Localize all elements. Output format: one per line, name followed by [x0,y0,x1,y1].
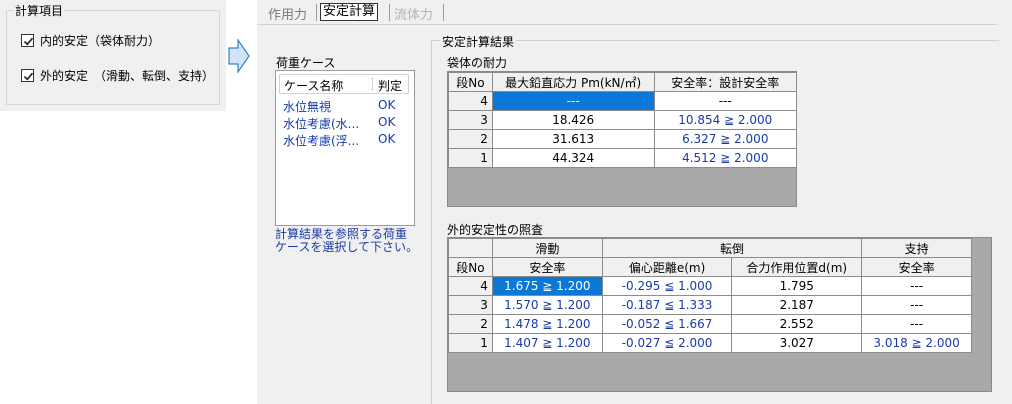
cell-eccentricity[interactable]: -0.295 ≦ 1.000 [601,276,733,296]
bag-strength-grid[interactable]: 段No 最大鉛直応力 Pm(kN/㎡) 安全率：設計安全率 4 --- --- … [447,71,798,207]
cell-safety[interactable]: 10.854 ≧ 2.000 [653,110,798,130]
cell-pm-selected[interactable]: --- [491,91,655,111]
table-row[interactable]: 1 1.407 ≧ 1.200 -0.027 ≦ 2.000 3.027 3.0… [448,333,972,353]
results-group: 安定計算結果 袋体の耐力 段No 最大鉛直応力 Pm(kN/㎡) 安全率：設計安… [431,33,999,404]
tab-underline [257,24,997,25]
col-header-support-safety[interactable]: 安全率 [861,257,972,277]
load-case-name: 水位考慮(水... [283,117,360,131]
load-case-title: 荷重ケース [276,56,336,70]
tab-separator [316,4,317,21]
tab-separator [389,4,390,21]
load-case-hint-line2: ケースを選択して下さい。 [275,240,419,254]
load-case-item[interactable]: 水位考慮(水... OK [280,115,410,132]
results-legend: 安定計算結果 [440,33,517,50]
load-case-header-result[interactable]: 判定 [378,77,402,94]
row-no: 4 [448,276,493,296]
table-row[interactable]: 3 1.570 ≧ 1.200 -0.187 ≦ 1.333 2.187 --- [448,295,972,315]
group-header-overturn[interactable]: 転倒 [601,238,863,258]
cell-support[interactable]: --- [861,295,972,315]
cell-pm[interactable]: 31.613 [491,129,655,149]
cell-support[interactable]: 3.018 ≧ 2.000 [861,333,972,353]
table-row[interactable]: 4 --- --- [448,91,798,111]
table-row[interactable]: 2 1.478 ≧ 1.200 -0.052 ≦ 1.667 2.552 --- [448,314,972,334]
calc-items-group: 計算項目 内的安定（袋体耐力） 外的安定 （滑動、転倒、支持） [6,2,220,105]
bag-strength-title: 袋体の耐力 [447,56,508,70]
tab-strip: 作用力 安定計算 流体力 [257,0,997,25]
col-header-blank [448,238,493,258]
cell-slide[interactable]: 1.407 ≧ 1.200 [491,333,603,353]
cell-eccentricity[interactable]: -0.187 ≦ 1.333 [601,295,733,315]
checkmark-icon [23,72,34,81]
table-row[interactable]: 3 18.426 10.854 ≧ 2.000 [448,110,798,130]
tab-ryuutai[interactable]: 流体力 [394,4,433,23]
cell-eccentricity[interactable]: -0.052 ≦ 1.667 [601,314,733,334]
col-header-no[interactable]: 段No [448,257,493,277]
row-no: 1 [448,333,493,353]
load-case-header-name[interactable]: ケース名称 [284,77,343,94]
cell-slide-selected[interactable]: 1.675 ≧ 1.200 [491,276,603,296]
cell-resultant-position[interactable]: 2.552 [731,314,863,334]
row-no: 1 [448,148,493,168]
tab-antei-active[interactable]: 安定計算 [320,3,379,21]
calc-items-legend: 計算項目 [14,2,65,19]
cell-safety[interactable]: 4.512 ≧ 2.000 [653,148,798,168]
cell-resultant-position[interactable]: 3.027 [731,333,863,353]
col-header-no[interactable]: 段No [448,72,493,92]
header-divider [372,77,373,91]
row-no: 2 [448,314,493,334]
internal-stability-option[interactable]: 内的安定（袋体耐力） [21,32,160,49]
row-no: 2 [448,129,493,149]
external-stability-title: 外的安定性の照査 [447,223,544,237]
internal-stability-label: 内的安定（袋体耐力） [40,34,161,48]
col-header-resultant-position[interactable]: 合力作用位置d(m) [731,257,863,277]
cell-safety[interactable]: --- [653,91,798,111]
load-case-list[interactable]: ケース名称 判定 水位無視 OK 水位考慮(水... OK 水位考慮(浮... … [275,70,415,226]
right-arrow-icon [228,39,250,73]
load-case-item[interactable]: 水位考慮(浮... OK [280,132,410,149]
row-no: 3 [448,110,493,130]
checkmark-icon [23,37,34,46]
table-row[interactable]: 2 31.613 6.327 ≧ 2.000 [448,129,798,149]
load-case-hint: 計算結果を参照する荷重 ケースを選択して下さい。 [275,228,425,254]
col-header-pm[interactable]: 最大鉛直応力 Pm(kN/㎡) [491,72,655,92]
tab-separator [443,4,444,21]
cell-resultant-position[interactable]: 2.187 [731,295,863,315]
cell-pm[interactable]: 18.426 [491,110,655,130]
load-case-header: ケース名称 判定 [279,74,409,94]
tab-sakuyou[interactable]: 作用力 [268,4,307,23]
group-header-slide[interactable]: 滑動 [491,238,603,258]
cell-pm[interactable]: 44.324 [491,148,655,168]
load-case-item[interactable]: 水位無視 OK [280,98,410,115]
cell-support[interactable]: --- [861,314,972,334]
external-stability-option[interactable]: 外的安定 （滑動、転倒、支持） [21,67,214,84]
row-no: 4 [448,91,493,111]
load-case-name: 水位考慮(浮... [283,134,360,148]
external-stability-label: 外的安定 （滑動、転倒、支持） [40,69,215,83]
external-stability-checkbox[interactable] [21,69,34,82]
col-header-safety[interactable]: 安全率：設計安全率 [653,72,798,92]
table-row[interactable]: 1 44.324 4.512 ≧ 2.000 [448,148,798,168]
load-case-result: OK [378,98,396,112]
col-header-slide-safety[interactable]: 安全率 [491,257,603,277]
cell-slide[interactable]: 1.478 ≧ 1.200 [491,314,603,334]
col-header-eccentricity[interactable]: 偏心距離e(m) [601,257,733,277]
external-stability-grid[interactable]: 滑動 転倒 支持 段No 安全率 偏心距離e(m) 合力作用位置d(m) 安全率… [447,237,992,392]
group-header-support[interactable]: 支持 [861,238,972,258]
internal-stability-checkbox[interactable] [21,34,34,47]
load-case-result: OK [378,115,396,129]
cell-support[interactable]: --- [861,276,972,296]
calc-items-panel: 計算項目 内的安定（袋体耐力） 外的安定 （滑動、転倒、支持） [0,0,226,111]
load-case-result: OK [378,132,396,146]
cell-eccentricity[interactable]: -0.027 ≦ 2.000 [601,333,733,353]
table-row[interactable]: 4 1.675 ≧ 1.200 -0.295 ≦ 1.000 1.795 --- [448,276,972,296]
cell-safety[interactable]: 6.327 ≧ 2.000 [653,129,798,149]
main-panel: 作用力 安定計算 流体力 荷重ケース ケース名称 判定 水位無視 OK 水位考慮… [257,0,1012,404]
load-case-name: 水位無視 [283,100,332,114]
cell-slide[interactable]: 1.570 ≧ 1.200 [491,295,603,315]
row-no: 3 [448,295,493,315]
cell-resultant-position[interactable]: 1.795 [731,276,863,296]
